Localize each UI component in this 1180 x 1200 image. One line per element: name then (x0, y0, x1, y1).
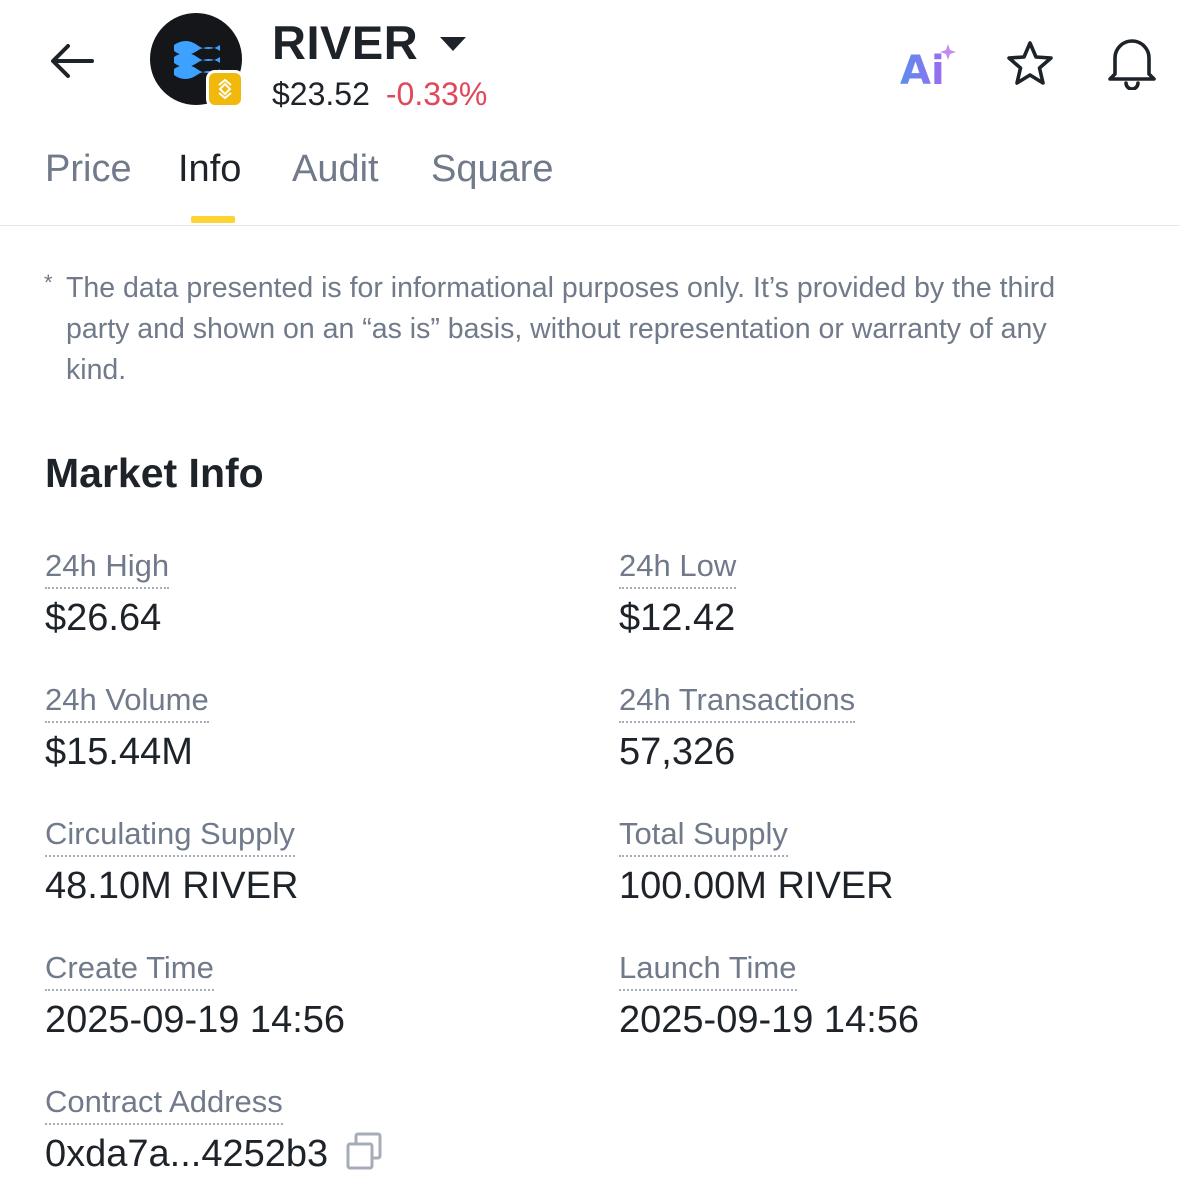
ai-assistant-button[interactable]: Ai (898, 40, 960, 94)
token-name: RIVER (272, 15, 419, 69)
field-value: $15.44M (45, 731, 193, 773)
ai-icon-label: Ai (900, 48, 945, 92)
token-selector[interactable]: RIVER (272, 14, 467, 70)
field-value: $12.42 (619, 597, 736, 639)
field-contract-address: Contract Address 0xda7a...4252b3 (45, 1084, 384, 1176)
field-value: $26.64 (45, 597, 162, 639)
field-24h-transactions: 24h Transactions 57,326 (619, 682, 856, 774)
field-value: 2025-09-19 14:56 (45, 999, 346, 1041)
token-price: $23.52 (272, 76, 370, 112)
star-icon (1007, 41, 1053, 85)
field-label[interactable]: Launch Time (619, 950, 797, 991)
field-create-time: Create Time 2025-09-19 14:56 (45, 950, 345, 1042)
field-label[interactable]: 24h Transactions (619, 682, 856, 723)
ai-icon: Ai (900, 44, 956, 94)
header: RIVER $23.52 -0.33% Ai (0, 0, 1180, 130)
token-info-page: RIVER $23.52 -0.33% Ai Price Info Audit … (0, 0, 1180, 1200)
disclaimer-text: The data presented is for informational … (66, 272, 1056, 386)
field-value: 57,326 (619, 731, 736, 773)
caret-down-icon (440, 37, 467, 51)
tab-bar: Price Info Audit Square (0, 138, 1180, 226)
disclaimer: * The data presented is for informationa… (44, 268, 1104, 391)
tab-square[interactable]: Square (431, 148, 554, 191)
field-24h-low: 24h Low $12.42 (619, 548, 737, 640)
active-tab-indicator (191, 216, 235, 223)
field-total-supply: Total Supply 100.00M RIVER (619, 816, 894, 908)
field-value: 2025-09-19 14:56 (619, 999, 920, 1041)
back-button[interactable] (44, 36, 100, 86)
field-24h-volume: 24h Volume $15.44M (45, 682, 209, 774)
back-arrow-icon (51, 44, 94, 78)
favorite-button[interactable] (1002, 36, 1058, 92)
market-info-title: Market Info (45, 450, 264, 496)
contract-address-value: 0xda7a...4252b3 (45, 1133, 329, 1175)
field-label[interactable]: 24h Volume (45, 682, 209, 723)
field-circulating-supply: Circulating Supply 48.10M RIVER (45, 816, 298, 908)
bnb-chain-icon (218, 78, 232, 100)
disclaimer-asterisk: * (44, 270, 53, 295)
tab-price[interactable]: Price (45, 148, 132, 191)
field-label[interactable]: 24h High (45, 548, 170, 589)
field-value: 48.10M RIVER (45, 865, 299, 907)
field-24h-high: 24h High $26.64 (45, 548, 170, 640)
field-label[interactable]: Contract Address (45, 1084, 283, 1125)
bell-icon (1108, 39, 1156, 90)
field-label[interactable]: Total Supply (619, 816, 788, 857)
field-label[interactable]: 24h Low (619, 548, 737, 589)
field-label[interactable]: Create Time (45, 950, 214, 991)
field-value: 100.00M RIVER (619, 865, 894, 907)
tab-info[interactable]: Info (178, 148, 241, 191)
contract-address-row: 0xda7a...4252b3 (45, 1125, 384, 1176)
chain-badge (206, 70, 244, 108)
copy-address-button[interactable] (344, 1131, 384, 1171)
tab-audit[interactable]: Audit (292, 148, 379, 191)
notification-button[interactable] (1102, 32, 1162, 92)
field-label[interactable]: Circulating Supply (45, 816, 295, 857)
copy-icon (346, 1132, 382, 1169)
field-launch-time: Launch Time 2025-09-19 14:56 (619, 950, 919, 1042)
price-change: -0.33% (385, 76, 488, 112)
price-row: $23.52 -0.33% (272, 76, 487, 113)
